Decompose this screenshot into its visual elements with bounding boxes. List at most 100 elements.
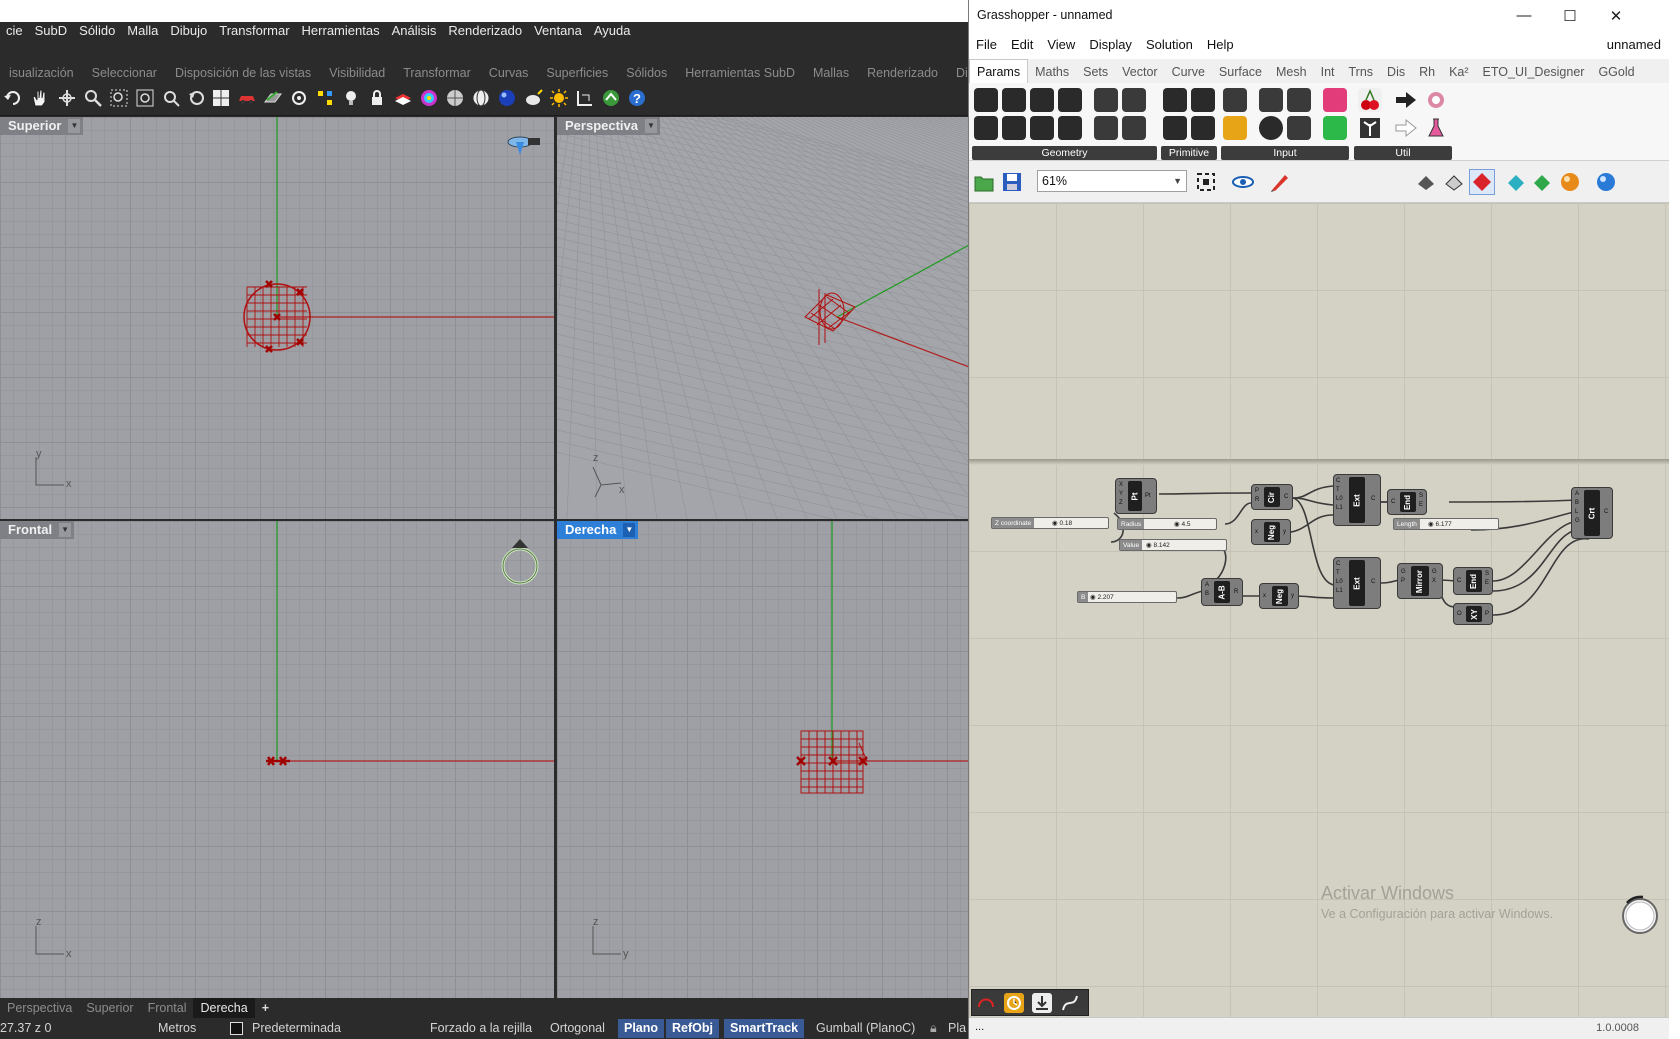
layer-color-swatch[interactable] xyxy=(230,1022,243,1035)
osnap-toggle[interactable]: RefObj xyxy=(666,1019,719,1038)
plane-param-icon[interactable] xyxy=(1058,116,1082,140)
slider-value[interactable]: Value ◉ 8.142 xyxy=(1119,539,1227,551)
menu-item[interactable]: Herramientas xyxy=(296,22,386,40)
ribbon-group-label[interactable]: Input xyxy=(1221,146,1349,160)
flask-icon[interactable] xyxy=(1424,116,1448,140)
viewport-superior[interactable]: Superior ▼ y x xyxy=(0,117,554,519)
menu-item[interactable]: Sólido xyxy=(73,22,121,40)
rotate-view-icon[interactable] xyxy=(56,87,78,109)
menu-item[interactable]: Análisis xyxy=(386,22,443,40)
swatch-icon[interactable] xyxy=(1323,116,1347,140)
number-param-icon[interactable] xyxy=(1191,88,1215,112)
car-icon[interactable] xyxy=(236,87,258,109)
gh-component-mirror[interactable]: G P Mirror G X xyxy=(1397,563,1443,599)
tab[interactable]: ETO_UI_Designer xyxy=(1476,60,1592,84)
lock-icon[interactable] xyxy=(366,87,388,109)
gh-component-circle[interactable]: P R Cir C xyxy=(1251,484,1293,510)
ribbon-group-label[interactable]: Util xyxy=(1354,146,1452,160)
number-slider-icon[interactable] xyxy=(1287,88,1311,112)
curve-tool-icon[interactable] xyxy=(1060,993,1080,1016)
help-icon[interactable]: ? xyxy=(626,87,648,109)
viewport-layout-icon[interactable] xyxy=(210,87,232,109)
sketch-pen-icon[interactable] xyxy=(1269,171,1291,196)
cplane-icon[interactable] xyxy=(262,87,284,109)
bake-selected-icon[interactable] xyxy=(1531,171,1553,196)
gh-canvas[interactable]: Z coordinate ◉ 0.18 Radius ◉ 4.5 Value ◉ 8.… xyxy=(969,203,1669,1017)
ribbon-group-label[interactable]: Primitive xyxy=(1161,146,1217,160)
toolbar-tab[interactable]: Superficies xyxy=(537,64,617,82)
tab[interactable]: Curve xyxy=(1165,60,1212,84)
slider-length[interactable]: Length ◉ 6.177 xyxy=(1393,518,1499,530)
gh-component-end-points[interactable]: C End S E xyxy=(1387,489,1427,515)
chevron-down-icon[interactable]: ▼ xyxy=(645,119,657,133)
menu-item[interactable]: File xyxy=(969,31,1004,59)
mesh-param-icon[interactable] xyxy=(1122,88,1146,112)
zoom-selected-icon[interactable] xyxy=(160,87,182,109)
tab[interactable]: Trns xyxy=(1342,60,1381,84)
viewport-tab[interactable]: Frontal xyxy=(141,998,194,1018)
save-file-icon[interactable] xyxy=(1001,171,1023,196)
toolbar-tab[interactable]: Renderizado xyxy=(858,64,947,82)
tab[interactable]: Surface xyxy=(1212,60,1269,84)
add-tab-button[interactable]: + xyxy=(255,998,276,1018)
panel-icon[interactable] xyxy=(1223,88,1247,112)
viewport-frontal[interactable]: Frontal ▼ z x xyxy=(0,521,554,998)
layers-icon[interactable] xyxy=(392,87,414,109)
menu-item[interactable]: View xyxy=(1040,31,1082,59)
minimize-icon[interactable]: — xyxy=(1501,0,1547,31)
toolbar-tab[interactable]: Mallas xyxy=(804,64,858,82)
menu-item[interactable]: Transformar xyxy=(213,22,295,40)
shaded-sphere-icon[interactable] xyxy=(444,87,466,109)
toolbar-tab[interactable]: Curvas xyxy=(480,64,538,82)
toolbar-tab[interactable]: Transformar xyxy=(394,64,480,82)
dimension-icon[interactable] xyxy=(574,87,596,109)
tab[interactable]: GGold xyxy=(1591,60,1641,84)
gh-component-extend-curve[interactable]: C T L0 L1 Ext C xyxy=(1333,557,1381,609)
gh-component-subtraction[interactable]: A B A-B R xyxy=(1201,578,1243,606)
toolbar-tab[interactable]: Sólidos xyxy=(617,64,676,82)
menu-item[interactable]: Ventana xyxy=(528,22,588,40)
toolbar-tab[interactable]: Disposición de las vistas xyxy=(166,64,320,82)
viewport-tab[interactable]: Perspectiva xyxy=(0,998,79,1018)
zoom-icon[interactable] xyxy=(82,87,104,109)
maximize-icon[interactable]: ☐ xyxy=(1547,0,1593,31)
preview-wire-icon[interactable] xyxy=(1415,171,1437,196)
document-name[interactable]: unnamed xyxy=(1607,31,1661,59)
menu-item[interactable]: cie xyxy=(0,22,29,40)
preview-selected-icon[interactable] xyxy=(1469,169,1495,195)
point-param-icon[interactable] xyxy=(974,88,998,112)
menu-item[interactable]: Dibujo xyxy=(164,22,213,40)
surface-param-icon[interactable] xyxy=(1058,88,1082,112)
menu-item[interactable]: Solution xyxy=(1139,31,1200,59)
lock-icon[interactable]: 🔒︎ xyxy=(930,1018,937,1039)
viewport-tab-active[interactable]: Derecha xyxy=(193,998,255,1018)
tab[interactable]: Vector xyxy=(1115,60,1164,84)
menu-item[interactable]: SubD xyxy=(29,22,74,40)
toolbar-tab[interactable]: Seleccionar xyxy=(83,64,166,82)
display-sphere-icon[interactable] xyxy=(1595,171,1617,196)
gh-component-extend-curve[interactable]: C T L0 L1 Ext C xyxy=(1333,474,1381,526)
tab[interactable]: Int xyxy=(1314,60,1342,84)
line-param-icon[interactable] xyxy=(1002,116,1026,140)
toolbar-tab[interactable]: Visibilidad xyxy=(320,64,394,82)
toolbar-tab[interactable]: isualización xyxy=(0,64,83,82)
gh-component-negative[interactable]: x Neg y xyxy=(1251,519,1291,545)
geometry-param-icon[interactable] xyxy=(1094,116,1118,140)
osnap-icon[interactable] xyxy=(288,87,310,109)
menu-item[interactable]: Renderizado xyxy=(442,22,528,40)
color-wheel-icon[interactable] xyxy=(418,87,440,109)
viewport-title[interactable]: Perspectiva ▼ xyxy=(557,117,660,135)
cherry-picker-icon[interactable] xyxy=(1358,88,1382,112)
jewel-icon[interactable] xyxy=(1424,88,1448,112)
render-sphere-icon[interactable] xyxy=(496,87,518,109)
zoom-extents-icon[interactable] xyxy=(1195,171,1217,196)
units-label[interactable]: Metros xyxy=(158,1018,196,1039)
gumball-toggle[interactable]: Gumball (PlanoC) xyxy=(816,1018,915,1039)
tree-icon[interactable] xyxy=(1358,116,1382,140)
material-sphere-icon[interactable] xyxy=(1559,171,1581,196)
light-bulb-icon[interactable] xyxy=(340,87,362,109)
gh-component-construct-point[interactable]: X Y Z Pt Pt xyxy=(1115,478,1157,514)
undo-icon[interactable] xyxy=(2,87,24,109)
tab[interactable]: Mesh xyxy=(1269,60,1314,84)
circle-param-icon[interactable] xyxy=(1002,88,1026,112)
